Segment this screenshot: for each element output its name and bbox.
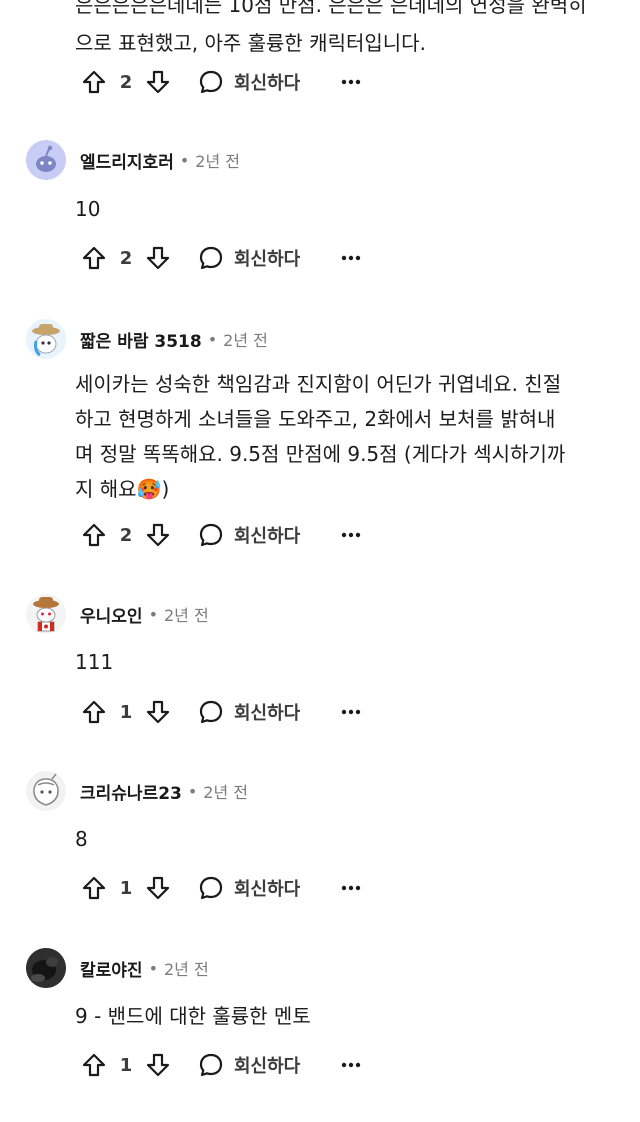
comment-actions: 2 회신하다	[80, 66, 366, 98]
comment-author[interactable]: 크리슈나르23	[80, 779, 182, 804]
separator-dot: •	[148, 604, 158, 624]
comment-author[interactable]: 짧은 바람 3518	[80, 327, 202, 352]
comment-author[interactable]: 엘드리지호러	[80, 148, 174, 173]
comment-body: 111	[75, 645, 630, 680]
comment-actions: 1 회신하다	[80, 1049, 366, 1081]
downvote-icon[interactable]	[144, 68, 172, 96]
downvote-icon[interactable]	[144, 521, 172, 549]
comment-line: 으로 표현했고, 아주 훌륭한 캐릭터입니다.	[75, 31, 426, 55]
vote-count: 1	[119, 1054, 133, 1076]
comment-line: 세이카는 성숙한 책임감과 진지함이 어딘가 귀엽네요. 친절	[75, 372, 562, 396]
reply-label: 회신하다	[234, 73, 301, 94]
reply-button[interactable]: 회신하다	[196, 697, 300, 727]
separator-dot: •	[179, 150, 190, 170]
comment-header: 크리슈나르23 • 2년 전	[26, 770, 248, 812]
vote-count: 2	[119, 524, 133, 546]
comment-time: 2년 전	[164, 960, 209, 979]
vote-count: 2	[119, 247, 133, 269]
comment-line: 지 해요🥵)	[75, 477, 170, 501]
comment-line: 9 - 밴드에 대한 훌륭한 멘토	[75, 1004, 311, 1028]
chat-bubble-icon	[196, 1050, 226, 1080]
comment-actions: 2 회신하다	[80, 519, 366, 551]
downvote-icon[interactable]	[144, 698, 172, 726]
downvote-icon[interactable]	[144, 244, 172, 272]
comment-time: 2년 전	[223, 331, 268, 350]
separator-dot: •	[207, 329, 218, 349]
comment-header: 짧은 바람 3518 • 2년 전	[26, 318, 268, 360]
upvote-icon[interactable]	[80, 874, 108, 902]
vote-count: 1	[119, 701, 133, 723]
comment-author[interactable]: 우니오인	[80, 602, 143, 627]
chat-bubble-icon	[196, 67, 226, 97]
comment-header: 칼로야진 • 2년 전	[26, 947, 209, 989]
reply-label: 회신하다	[234, 526, 301, 547]
comment-time: 2년 전	[164, 606, 209, 625]
more-options-icon[interactable]	[336, 520, 366, 550]
vote-count: 1	[119, 877, 133, 899]
reply-button[interactable]: 회신하다	[196, 1050, 300, 1080]
comment-body: 9 - 밴드에 대한 훌륭한 멘토	[75, 999, 630, 1034]
reply-button[interactable]: 회신하다	[196, 520, 300, 550]
reply-label: 회신하다	[234, 1056, 301, 1077]
downvote-icon[interactable]	[144, 874, 172, 902]
chat-bubble-icon	[196, 520, 226, 550]
photo-avatar-icon[interactable]	[26, 948, 66, 988]
more-options-icon[interactable]	[336, 873, 366, 903]
comment-actions: 2 회신하다	[80, 242, 366, 274]
comment-body: 8	[75, 822, 630, 857]
upvote-icon[interactable]	[80, 68, 108, 96]
reply-button[interactable]: 회신하다	[196, 873, 300, 903]
comment-body: 10	[75, 192, 630, 227]
upvote-icon[interactable]	[80, 244, 108, 272]
downvote-icon[interactable]	[144, 1051, 172, 1079]
more-options-icon[interactable]	[336, 1050, 366, 1080]
chat-bubble-icon	[196, 697, 226, 727]
comment-line: 며 정말 똑똑해요. 9.5점 만점에 9.5점 (게다가 섹시하기까	[75, 442, 566, 466]
snoo-avatar-icon[interactable]	[26, 140, 66, 180]
chat-bubble-icon	[196, 243, 226, 273]
more-options-icon[interactable]	[336, 243, 366, 273]
snoo-avatar-icon[interactable]	[26, 594, 66, 634]
chat-bubble-icon	[196, 873, 226, 903]
more-options-icon[interactable]	[336, 67, 366, 97]
comment-time: 2년 전	[195, 152, 240, 171]
separator-dot: •	[187, 781, 198, 801]
separator-dot: •	[148, 958, 158, 978]
comment-header: 엘드리지호러 • 2년 전	[26, 139, 240, 181]
reply-button[interactable]: 회신하다	[196, 67, 300, 97]
comment-line: 10	[75, 197, 101, 221]
vote-count: 2	[119, 71, 133, 93]
comment-actions: 1 회신하다	[80, 872, 366, 904]
upvote-icon[interactable]	[80, 521, 108, 549]
comment-time: 2년 전	[203, 783, 249, 802]
reply-button[interactable]: 회신하다	[196, 243, 300, 273]
comment-line: 하고 현명하게 소녀들을 도와주고, 2화에서 보처를 밝혀내	[75, 407, 556, 431]
comment-actions: 1 회신하다	[80, 696, 366, 728]
comment-header: 우니오인 • 2년 전	[26, 593, 209, 635]
snoo-avatar-icon[interactable]	[26, 319, 66, 359]
comment-author[interactable]: 칼로야진	[80, 956, 143, 981]
comment-line: 111	[75, 650, 114, 674]
upvote-icon[interactable]	[80, 1051, 108, 1079]
reply-label: 회신하다	[234, 703, 301, 724]
reply-label: 회신하다	[234, 879, 301, 900]
more-options-icon[interactable]	[336, 697, 366, 727]
snoo-avatar-icon[interactable]	[26, 771, 66, 811]
comment-body: 세이카는 성숙한 책임감과 진지함이 어딘가 귀엽네요. 친절 하고 현명하게 …	[75, 367, 630, 507]
upvote-icon[interactable]	[80, 698, 108, 726]
reply-label: 회신하다	[234, 249, 301, 270]
comment-body: 은은은은은데데는 10점 만점. 은은은 은데데의 연성을 완벽히 으로 표현했…	[75, 0, 630, 62]
comment-line: 8	[75, 827, 88, 851]
comment-line: 은은은은은데데는 10점 만점. 은은은 은데데의 연성을 완벽히	[75, 0, 587, 17]
